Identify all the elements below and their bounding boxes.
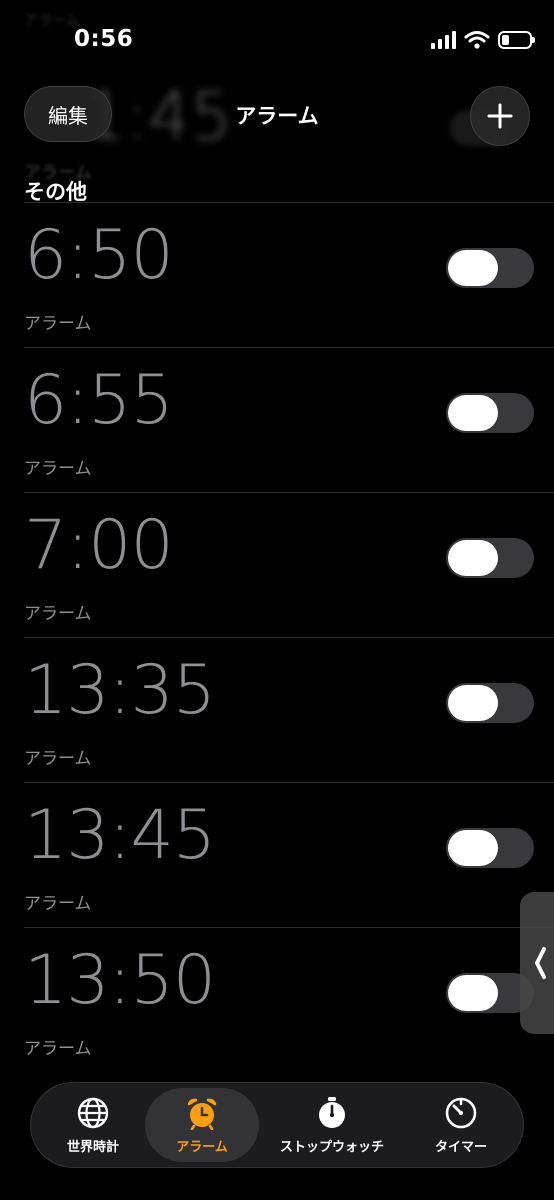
alarm-label: アラーム xyxy=(24,459,92,479)
chevron-left-icon xyxy=(535,947,546,979)
alarm-label: アラーム xyxy=(24,749,92,769)
wifi-icon xyxy=(464,31,490,49)
alarm-label: アラーム xyxy=(24,604,92,624)
cellular-signal-icon xyxy=(431,31,456,49)
alarm-toggle[interactable] xyxy=(446,393,534,433)
tab-label: アラーム xyxy=(176,1139,228,1155)
toggle-knob xyxy=(448,975,498,1011)
alarm-time: 13:35 xyxy=(24,651,216,730)
battery-icon xyxy=(498,31,535,49)
tab-timer[interactable]: タイマー xyxy=(405,1088,517,1162)
tab-label: ストップウォッチ xyxy=(279,1139,384,1155)
alarm-clock-icon xyxy=(187,1098,217,1130)
alarm-label: アラーム xyxy=(24,1039,92,1059)
toggle-knob xyxy=(448,395,498,431)
alarm-row[interactable]: 7:00 アラーム xyxy=(24,492,554,637)
plus-icon xyxy=(487,103,513,129)
tab-alarm[interactable]: アラーム xyxy=(145,1088,259,1162)
alarm-label: アラーム xyxy=(24,314,92,334)
tab-label: タイマー xyxy=(434,1139,487,1155)
toggle-knob xyxy=(448,540,498,576)
timer-icon xyxy=(445,1097,477,1128)
tab-bar: 世界時計 アラーム ストップウォッチ タイマー xyxy=(30,1082,524,1168)
alarm-time: 7:00 xyxy=(24,506,174,585)
alarm-row[interactable]: 6:55 アラーム xyxy=(24,347,554,492)
alarm-row[interactable]: 13:45 アラーム xyxy=(24,782,554,927)
side-panel-handle[interactable] xyxy=(520,892,554,1034)
alarm-time: 6:55 xyxy=(24,361,174,440)
alarm-list: 6:50 アラーム 6:55 アラーム 7:00 アラーム 13:35 アラーム… xyxy=(24,202,554,1072)
alarm-row[interactable]: 6:50 アラーム xyxy=(24,202,554,347)
alarm-toggle[interactable] xyxy=(446,538,534,578)
alarm-row[interactable]: 13:35 アラーム xyxy=(24,637,554,782)
alarm-toggle[interactable] xyxy=(446,248,534,288)
alarm-row[interactable]: 13:50 アラーム xyxy=(24,927,554,1072)
tab-label: 世界時計 xyxy=(66,1139,119,1155)
globe-icon xyxy=(77,1097,109,1128)
alarm-label: アラーム xyxy=(24,894,92,914)
toggle-knob xyxy=(448,685,498,721)
add-alarm-button[interactable] xyxy=(470,86,530,146)
status-icons xyxy=(431,30,535,50)
alarm-toggle[interactable] xyxy=(446,828,534,868)
ghost-alarm-label-top: アラーム xyxy=(24,13,80,29)
tab-stopwatch[interactable]: ストップウォッチ xyxy=(267,1088,397,1162)
alarm-toggle[interactable] xyxy=(446,683,534,723)
status-time: 0:56 xyxy=(74,26,134,52)
toggle-knob xyxy=(448,250,498,286)
alarm-time: 13:50 xyxy=(24,941,216,1020)
tab-world-clock[interactable]: 世界時計 xyxy=(37,1088,149,1162)
alarm-time: 6:50 xyxy=(24,216,174,295)
stopwatch-icon xyxy=(319,1096,345,1128)
toggle-knob xyxy=(448,830,498,866)
alarm-time: 13:45 xyxy=(24,796,216,875)
